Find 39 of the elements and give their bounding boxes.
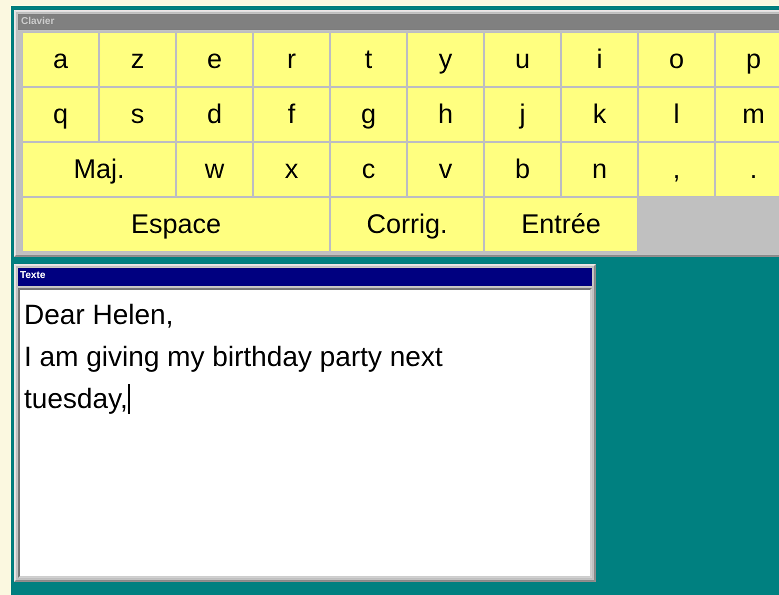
key-button[interactable]: a bbox=[23, 33, 98, 86]
key-button[interactable]: , bbox=[639, 143, 714, 196]
key-button[interactable]: Corrig. bbox=[331, 198, 483, 251]
key-button[interactable]: x bbox=[254, 143, 329, 196]
key-button[interactable]: o bbox=[639, 33, 714, 86]
key-button[interactable]: l bbox=[639, 88, 714, 141]
key-button[interactable]: w bbox=[177, 143, 252, 196]
key-button[interactable]: p bbox=[716, 33, 779, 86]
key-button[interactable]: Espace bbox=[23, 198, 329, 251]
text-cursor bbox=[128, 384, 130, 414]
key-button[interactable]: k bbox=[562, 88, 637, 141]
key-button[interactable]: u bbox=[485, 33, 560, 86]
key-button[interactable]: g bbox=[331, 88, 406, 141]
key-button[interactable]: t bbox=[331, 33, 406, 86]
key-button[interactable]: h bbox=[408, 88, 483, 141]
key-button[interactable]: n bbox=[562, 143, 637, 196]
window-title: Texte bbox=[18, 268, 592, 286]
text-area[interactable]: Dear Helen, I am giving my birthday party next tuesday, bbox=[18, 288, 592, 578]
key-button[interactable]: Maj. bbox=[23, 143, 175, 196]
key-button[interactable]: i bbox=[562, 33, 637, 86]
key-button[interactable]: v bbox=[408, 143, 483, 196]
key-button[interactable]: q bbox=[23, 88, 98, 141]
key-button[interactable]: e bbox=[177, 33, 252, 86]
key-button[interactable]: r bbox=[254, 33, 329, 86]
key-button[interactable]: z bbox=[100, 33, 175, 86]
key-button[interactable]: Entrée bbox=[485, 198, 637, 251]
window-title: Clavier bbox=[18, 14, 779, 30]
key-button[interactable]: d bbox=[177, 88, 252, 141]
key-button[interactable]: m bbox=[716, 88, 779, 141]
key-button[interactable]: s bbox=[100, 88, 175, 141]
key-button[interactable]: b bbox=[485, 143, 560, 196]
text-line: tuesday, bbox=[24, 382, 131, 416]
key-button[interactable]: f bbox=[254, 88, 329, 141]
text-line: Dear Helen, bbox=[24, 298, 174, 332]
key-button[interactable]: c bbox=[331, 143, 406, 196]
text-line: I am giving my birthday party next bbox=[24, 340, 444, 374]
key-button[interactable]: y bbox=[408, 33, 483, 86]
key-button[interactable]: j bbox=[485, 88, 560, 141]
key-button[interactable]: . bbox=[716, 143, 779, 196]
